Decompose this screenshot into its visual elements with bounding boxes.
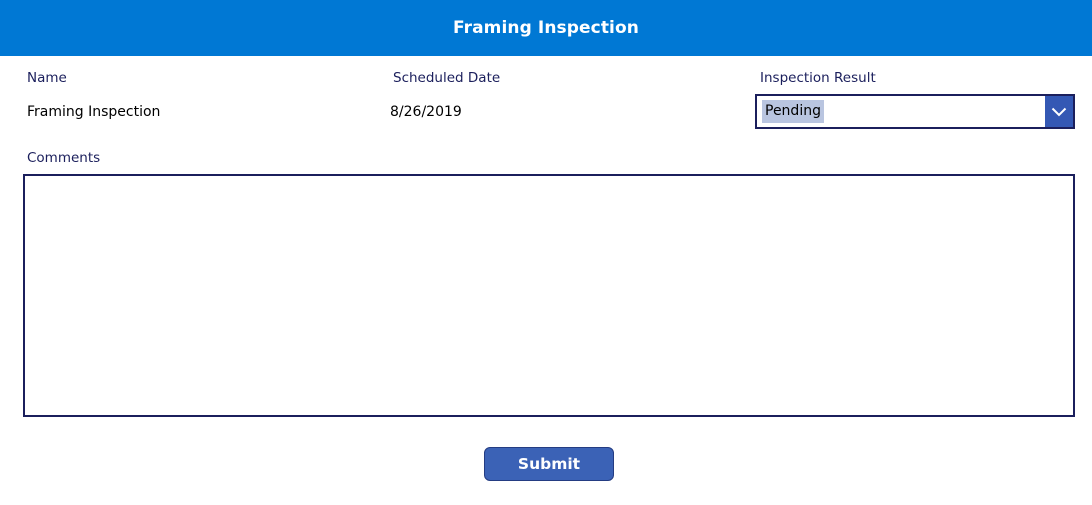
scheduled-date-label: Scheduled Date — [393, 70, 501, 86]
page-title: Framing Inspection — [453, 18, 639, 38]
name-label: Name — [27, 70, 67, 86]
comments-input[interactable] — [23, 174, 1075, 417]
header-bar: Framing Inspection — [0, 0, 1092, 56]
inspection-result-dropdown[interactable]: Pending — [755, 94, 1075, 129]
chevron-down-icon[interactable] — [1045, 96, 1073, 127]
name-value: Framing Inspection — [27, 104, 161, 120]
submit-button[interactable]: Submit — [484, 447, 614, 481]
scheduled-date-value: 8/26/2019 — [390, 104, 462, 120]
comments-label: Comments — [27, 150, 101, 166]
inspection-result-label: Inspection Result — [760, 70, 876, 86]
inspection-result-selected-value: Pending — [762, 100, 824, 123]
